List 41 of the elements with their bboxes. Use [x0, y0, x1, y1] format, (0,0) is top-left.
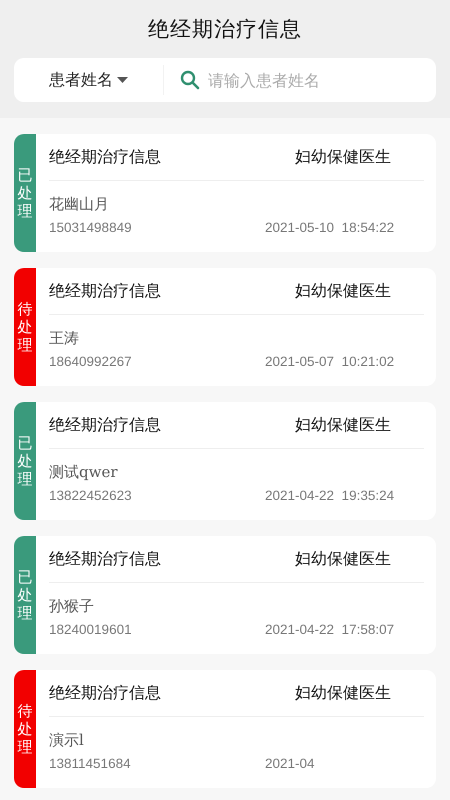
- record-title: 绝经期治疗信息: [49, 414, 161, 436]
- doctor-role: 妇幼保健医生: [295, 280, 391, 302]
- record-date: 2021-04-22 19:35:24: [265, 488, 396, 503]
- record-title: 绝经期治疗信息: [49, 280, 161, 302]
- record-date: 2021-05-07 10:21:02: [265, 354, 396, 369]
- status-tag: 待处理: [14, 268, 36, 386]
- record-date: 2021-04: [265, 756, 316, 771]
- search-icon: [180, 70, 200, 90]
- record-title: 绝经期治疗信息: [49, 548, 161, 570]
- doctor-role: 妇幼保健医生: [295, 146, 391, 168]
- record-date: 2021-05-10 18:54:22: [265, 220, 396, 235]
- phone-number: 13811451684: [49, 756, 131, 771]
- search-input[interactable]: 请输入患者姓名: [206, 70, 436, 90]
- record-date: 2021-04-22 17:58:07: [265, 622, 396, 637]
- record-card[interactable]: 待处理 绝经期治疗信息 妇幼保健医生 演示l 13811451684 2021-04: [14, 670, 436, 788]
- phone-number: 13822452623: [49, 488, 132, 503]
- record-card[interactable]: 已处理 绝经期治疗信息 妇幼保健医生 测试qwer 13822452623 2021-04-22 19:35:24: [14, 402, 436, 520]
- caret-icon: [117, 77, 128, 83]
- patient-name: 孙猴子: [49, 597, 95, 616]
- record-card[interactable]: 已处理 绝经期治疗信息 妇幼保健医生 花幽山月 15031498849 2021-05-10 18:54:22: [14, 134, 436, 252]
- search-bar[interactable]: 患者姓名 请输入患者姓名: [14, 58, 436, 102]
- doctor-role: 妇幼保健医生: [295, 414, 391, 436]
- page-title: 绝经期治疗信息: [148, 16, 302, 43]
- doctor-role: 妇幼保健医生: [295, 682, 391, 704]
- status-tag: 已处理: [14, 536, 36, 654]
- record-title: 绝经期治疗信息: [49, 682, 161, 704]
- doctor-role: 妇幼保健医生: [295, 548, 391, 570]
- record-title: 绝经期治疗信息: [49, 146, 161, 168]
- record-card[interactable]: 已处理 绝经期治疗信息 妇幼保健医生 孙猴子 18240019601 2021-04-22 17:58:07: [14, 536, 436, 654]
- status-tag: 已处理: [14, 402, 36, 520]
- patient-name: 花幽山月: [49, 195, 110, 214]
- phone-number: 18240019601: [49, 622, 132, 637]
- phone-number: 15031498849: [49, 220, 132, 235]
- record-card[interactable]: 待处理 绝经期治疗信息 妇幼保健医生 王涛 18640992267 2021-05-07 10:21:02: [14, 268, 436, 386]
- patient-name: 王涛: [49, 329, 80, 348]
- status-tag: 待处理: [14, 670, 36, 788]
- filter-dropdown[interactable]: 患者姓名: [14, 65, 164, 95]
- status-tag: 已处理: [14, 134, 36, 252]
- patient-name: 测试qwer: [49, 463, 118, 482]
- phone-number: 18640992267: [49, 354, 132, 369]
- patient-name: 演示l: [49, 731, 85, 750]
